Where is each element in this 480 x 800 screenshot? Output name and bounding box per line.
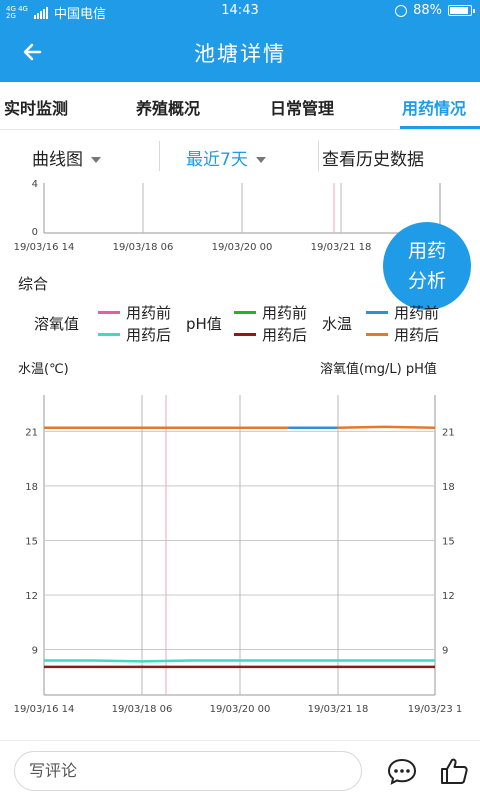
main-chart-x-tick: 19/03/23 1 — [408, 704, 462, 715]
main-chart-x-tick: 19/03/18 06 — [112, 704, 173, 715]
legend-label: 用药前 — [394, 304, 440, 322]
top-chart-x-tick: 19/03/20 00 — [212, 242, 273, 253]
main-chart-left-tick: 21 — [25, 427, 38, 438]
legend-group-temp: 水温 — [322, 315, 353, 333]
top-chart-x-tick: 19/03/16 14 — [14, 242, 75, 253]
main-chart-left-tick: 18 — [25, 482, 38, 493]
right-axis-title: 溶氧值(mg/L) pH值 — [320, 362, 437, 377]
legend-swatch — [234, 311, 256, 314]
legend-item: 用药前 — [234, 302, 307, 323]
series-line — [44, 425, 436, 429]
legend-group-ph: pH值 — [186, 315, 222, 333]
legend-label: 用药后 — [126, 326, 172, 344]
legend-item: 用药后 — [98, 324, 171, 345]
top-chart-y-tick: 4 — [32, 179, 38, 190]
main-chart-right-tick: 15 — [442, 536, 455, 547]
fab-label-line2: 分析 — [407, 270, 446, 292]
legend-item: 用药后 — [366, 324, 439, 345]
legend-item: 用药前 — [98, 302, 171, 323]
legend-item: 用药前 — [366, 302, 439, 323]
medication-analysis-button[interactable]: 用药 分析 — [383, 222, 471, 310]
legend-swatch — [366, 333, 388, 336]
main-chart-right-tick: 21 — [442, 427, 455, 438]
left-axis-title: 水温(℃) — [18, 362, 69, 377]
top-chart-y-tick: 0 — [32, 227, 38, 238]
top-chart-x-tick: 19/03/18 06 — [113, 242, 174, 253]
legend-swatch — [366, 311, 388, 314]
series-line — [44, 659, 435, 663]
section-label: 综合 — [18, 275, 49, 293]
legend-label: 用药前 — [262, 304, 308, 322]
legend-swatch — [234, 333, 256, 336]
legend-swatch — [98, 333, 120, 336]
legend-label: 用药后 — [394, 326, 440, 344]
comment-bar: 写评论 — [0, 740, 480, 800]
legend-group-do: 溶氧值 — [34, 315, 80, 333]
main-chart-left-tick: 15 — [25, 536, 38, 547]
legend-label: 用药后 — [262, 326, 308, 344]
main-chart-right-tick: 9 — [442, 646, 448, 657]
fab-label-line1: 用药 — [407, 240, 446, 262]
top-chart-x-tick: 19/03/21 18 — [311, 242, 372, 253]
main-chart-right-tick: 18 — [442, 482, 455, 493]
main-chart-left-tick: 9 — [32, 646, 38, 657]
main-chart-x-tick: 19/03/16 14 — [14, 704, 75, 715]
legend-item: 用药后 — [234, 324, 307, 345]
legend-label: 用药前 — [126, 304, 172, 322]
main-chart-x-tick: 19/03/20 00 — [210, 704, 271, 715]
comment-input[interactable]: 写评论 — [14, 751, 362, 791]
main-chart-left-tick: 12 — [25, 591, 38, 602]
main-chart-x-tick: 19/03/21 18 — [308, 704, 369, 715]
thumbs-up-icon[interactable] — [438, 755, 470, 787]
chart-legend: 溶氧值 用药前 用药后 pH值 用药前 用药后 水温 用药前 用药后 — [0, 298, 480, 346]
legend-swatch — [98, 311, 120, 314]
main-chart-right-tick: 12 — [442, 591, 455, 602]
chat-bubble-icon[interactable] — [386, 755, 418, 787]
